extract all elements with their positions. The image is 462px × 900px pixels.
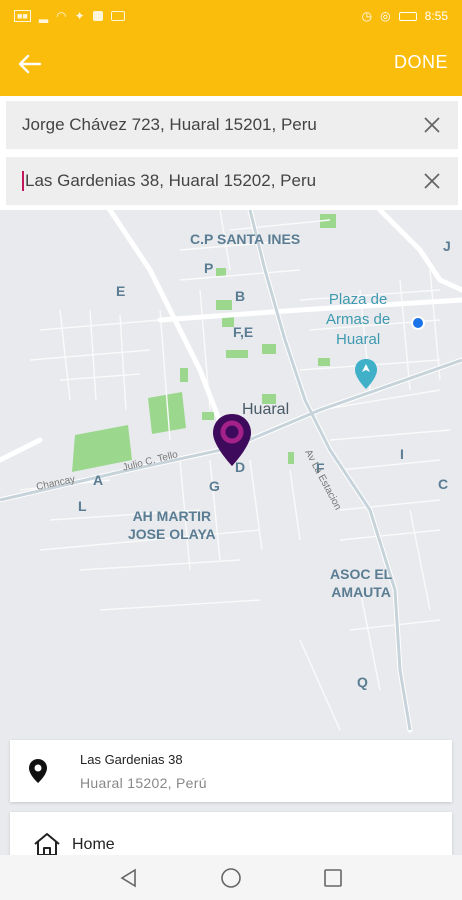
- origin-clear-button[interactable]: [422, 115, 442, 135]
- place-title: Las Gardenias 38: [80, 752, 183, 767]
- nav-home-button[interactable]: [220, 867, 242, 889]
- sim-icon: ■■: [14, 10, 31, 22]
- nav-home-icon: [221, 867, 241, 888]
- destination-clear-button[interactable]: [422, 171, 442, 191]
- area-label-jose-olaya: AH MARTIR JOSE OLAYA: [128, 508, 216, 542]
- signal-icon: ▂: [38, 9, 49, 23]
- area-label-amauta: ASOC EL AMAUTA: [330, 566, 393, 600]
- system-nav-bar: [0, 855, 462, 900]
- map-pin-icon: [29, 759, 47, 783]
- back-button[interactable]: [18, 50, 54, 78]
- poi-label-plaza: Plaza de Armas de Huaral: [326, 291, 391, 348]
- sector-label-fe: F,E: [233, 324, 254, 340]
- done-button[interactable]: DONE: [394, 52, 448, 73]
- nav-back-button[interactable]: [118, 867, 140, 889]
- sector-label-c: C: [438, 476, 449, 492]
- nav-recents-icon: [324, 868, 342, 887]
- nav-recents-button[interactable]: [322, 867, 344, 889]
- location-icon: ◎: [380, 9, 391, 23]
- home-shortcut[interactable]: Home: [10, 812, 452, 856]
- origin-field[interactable]: Jorge Chávez 723, Huaral 15201, Peru: [6, 101, 458, 149]
- sector-label-i: I: [400, 446, 404, 462]
- sector-label-l: L: [78, 498, 87, 514]
- alarm-icon: ◷: [361, 9, 373, 23]
- sector-label-e: E: [116, 283, 126, 299]
- current-location-icon: [411, 316, 425, 330]
- destination-field[interactable]: Las Gardenias 38, Huaral 15202, Peru: [6, 157, 458, 205]
- status-time: 8:55: [424, 9, 448, 23]
- status-bar: ■■ ▂ ◠ ✦ ◷ ◎ 8:55: [0, 0, 462, 32]
- twitter-icon: ✦: [74, 9, 85, 23]
- destination-text: Las Gardenias 38, Huaral 15202, Peru: [25, 171, 317, 190]
- close-icon: [424, 117, 440, 133]
- destination-pin-icon[interactable]: [211, 412, 253, 468]
- battery-icon: [398, 11, 417, 21]
- route-inputs: Jorge Chávez 723, Huaral 15201, Peru Las…: [0, 96, 462, 210]
- area-label-santa-ines: C.P SANTA INES: [190, 231, 301, 247]
- app-icon: [92, 11, 103, 21]
- status-left-icons: ■■ ▂ ◠ ✦: [14, 9, 125, 23]
- sector-label-q: Q: [357, 674, 368, 690]
- sector-label-g: G: [209, 478, 220, 494]
- sector-label-b: B: [235, 288, 246, 304]
- selected-place-card[interactable]: Las Gardenias 38 Huaral 15202, Perú: [10, 740, 452, 802]
- wifi-icon: ◠: [56, 9, 67, 23]
- text-cursor: [22, 171, 24, 191]
- home-label: Home: [72, 836, 115, 853]
- status-right-icons: ◷ ◎ 8:55: [362, 9, 448, 23]
- place-subtitle: Huaral 15202, Perú: [80, 775, 207, 791]
- home-icon: [34, 833, 60, 856]
- nav-back-icon: [120, 868, 136, 887]
- sector-label-p: P: [204, 260, 214, 276]
- sector-label-a: A: [93, 472, 104, 488]
- sector-label-j: J: [443, 238, 451, 254]
- poi-marker-icon[interactable]: [354, 358, 378, 390]
- app-bar: DONE: [0, 32, 462, 96]
- close-icon: [424, 173, 440, 189]
- origin-text: Jorge Chávez 723, Huaral 15201, Peru: [22, 115, 317, 134]
- image-icon: [110, 11, 125, 21]
- arrow-left-icon: [18, 54, 42, 74]
